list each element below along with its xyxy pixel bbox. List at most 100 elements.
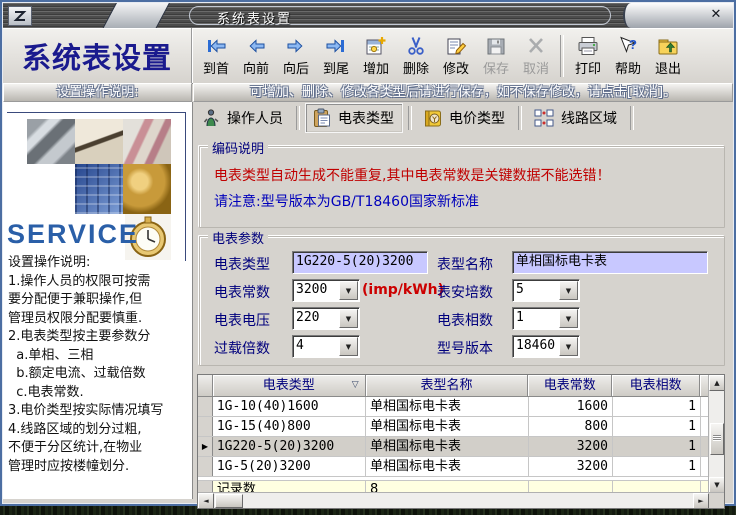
combo-value: 4: [293, 336, 338, 357]
params-row: 电表常数3200▼(imp/kWh)表安培数5▼: [200, 279, 724, 303]
toolbar-button-delete-record[interactable]: 删除: [396, 32, 436, 80]
scroll-right-button[interactable]: ►: [693, 493, 709, 509]
grid-cell: 1G-5(20)3200: [213, 457, 366, 476]
instruction-line: 设置操作说明:: [8, 254, 190, 273]
grid-cell: 1G-15(40)800: [213, 417, 366, 436]
toolbar-button-go-last[interactable]: 到尾: [316, 32, 356, 80]
tab-label: 电价类型: [449, 108, 505, 128]
column-header-2[interactable]: 电表常数: [528, 375, 612, 396]
toolbar-button-go-next[interactable]: 向后: [276, 32, 316, 80]
title-bar: 系统表设置 ✕: [3, 3, 733, 29]
instruction-line: 1.操作人员的权限可按需: [8, 273, 190, 292]
horizontal-scroll-thumb[interactable]: [215, 494, 243, 508]
combo-过载倍数[interactable]: 4▼: [292, 335, 360, 358]
coding-legend: 编码说明: [208, 138, 268, 157]
grid-cell: 1G220-5(20)3200: [213, 437, 366, 456]
toolbar-button-label: 增加: [363, 58, 389, 77]
toolbar-button-go-first[interactable]: 到首: [196, 32, 236, 80]
field-label: 电表类型: [214, 254, 270, 274]
toolbar-button-label: 取消: [523, 58, 549, 77]
scroll-left-button[interactable]: ◄: [198, 493, 214, 509]
toolbar-button-add-record[interactable]: 增加: [356, 32, 396, 80]
combo-value: 5: [513, 280, 558, 301]
table-row[interactable]: 1G-15(40)800单相国标电卡表8001: [198, 417, 709, 437]
toolbar-button-help[interactable]: ?帮助: [608, 32, 648, 80]
grid-cell: 单相国标电卡表: [366, 397, 529, 416]
combo-电表常数[interactable]: 3200▼: [292, 279, 360, 302]
meter-type-grid: 电表类型▽表型名称电表常数电表相数1G-10(40)1600单相国标电卡表160…: [197, 374, 725, 509]
grid-cell: 单相国标电卡表: [366, 457, 529, 476]
tab-meter-type[interactable]: 电表类型: [305, 103, 403, 133]
combo-型号版本[interactable]: 18460▼: [512, 335, 580, 358]
combo-电表电压[interactable]: 220▼: [292, 307, 360, 330]
column-header-0[interactable]: 电表类型▽: [213, 375, 366, 396]
grid-cell: 3200: [529, 457, 613, 476]
scroll-up-button[interactable]: ▲: [709, 375, 725, 391]
save-icon: [484, 34, 508, 58]
coding-note-text: 请注意:型号版本为GB/T18460国家新标准: [214, 191, 479, 211]
chevron-down-icon[interactable]: ▼: [559, 281, 578, 300]
unit-suffix-label: (imp/kWh): [362, 282, 444, 298]
main-area: SERVICE 设置操作说明:1.操作人员的权限可按需要分配便于兼职操作,但管理…: [3, 102, 733, 501]
cancel-icon: [524, 34, 548, 58]
input-表型名称[interactable]: 单相国标电卡表: [512, 251, 708, 274]
print-icon: [576, 34, 600, 58]
chevron-down-icon[interactable]: ▼: [339, 309, 358, 328]
vertical-scroll-thumb[interactable]: [710, 423, 724, 455]
field-label: 表安培数: [437, 282, 493, 302]
grid-cell: 1: [613, 457, 701, 476]
toolbar-button-exit[interactable]: 退出: [648, 32, 688, 80]
grid-cell: 单相国标电卡表: [366, 437, 529, 456]
chevron-down-icon[interactable]: ▼: [559, 309, 578, 328]
tab-separator: [408, 106, 412, 130]
row-indicator: [198, 457, 213, 476]
table-row[interactable]: 1G-5(20)3200单相国标电卡表32001: [198, 457, 709, 477]
combo-电表相数[interactable]: 1▼: [512, 307, 580, 330]
toolbar-button-edit-record[interactable]: 修改: [436, 32, 476, 80]
app-window: 系统表设置 ✕ 系统表设置 到首向前向后到尾增加删除修改保存取消打印?帮助退出 …: [0, 0, 736, 506]
toolbar-button-label: 打印: [575, 58, 601, 77]
table-row[interactable]: ▶1G220-5(20)3200单相国标电卡表32001: [198, 437, 709, 457]
chevron-down-icon[interactable]: ▼: [339, 337, 358, 356]
tab-line-area[interactable]: 线路区域: [527, 104, 625, 132]
toolbar-button-save: 保存: [476, 32, 516, 80]
field-label: 电表电压: [214, 310, 270, 330]
toolbar-button-print[interactable]: 打印: [568, 32, 608, 80]
params-legend: 电表参数: [208, 228, 268, 247]
tab-price-type[interactable]: 电价类型: [417, 104, 513, 132]
tab-operator[interactable]: 操作人员: [195, 104, 291, 132]
chevron-down-icon[interactable]: ▼: [339, 281, 358, 300]
operator-icon: [201, 108, 221, 128]
pen-photo-tile: [75, 119, 123, 164]
grid-vertical-scrollbar[interactable]: ▲ ▼: [708, 375, 724, 493]
row-indicator: ▶: [198, 437, 213, 456]
combo-value: 18460: [513, 336, 558, 357]
grid-header-row: 电表类型▽表型名称电表常数电表相数: [198, 375, 709, 397]
tab-separator: [296, 106, 300, 130]
instruction-line: c.电表常数.: [8, 384, 190, 403]
toolbar-button-label: 向后: [283, 58, 309, 77]
toolbar-button-go-prev[interactable]: 向前: [236, 32, 276, 80]
column-header-3[interactable]: 电表相数: [612, 375, 700, 396]
add-record-icon: [364, 34, 388, 58]
scroll-down-button[interactable]: ▼: [709, 477, 725, 493]
row-indicator: [198, 417, 213, 436]
grid-horizontal-scrollbar[interactable]: ◄ ►: [198, 492, 724, 508]
column-header-1[interactable]: 表型名称: [366, 375, 529, 396]
table-row[interactable]: 1G-10(40)1600单相国标电卡表16001: [198, 397, 709, 417]
price-type-icon: [423, 108, 443, 128]
combo-表安培数[interactable]: 5▼: [512, 279, 580, 302]
meter-params-groupbox: 电表参数 电表类型1G220-5(20)3200表型名称单相国标电卡表电表常数3…: [199, 236, 725, 366]
app-logo-icon: [8, 6, 32, 26]
sidebar-header: 设置操作说明:: [3, 83, 192, 102]
input-电表类型[interactable]: 1G220-5(20)3200: [292, 251, 428, 274]
close-button[interactable]: ✕: [707, 7, 725, 24]
toolbar-button-label: 删除: [403, 58, 429, 77]
coding-warning-text: 电表类型自动生成不能重复,其中电表常数是关键数据不能选错！: [214, 165, 610, 185]
grid-cell: 1: [613, 397, 701, 416]
go-next-icon: [284, 34, 308, 58]
chevron-down-icon[interactable]: ▼: [559, 337, 578, 356]
notice-bar: 可增加、删除、修改各类型后请进行保存，如不保存修改，请点击[取消]。: [193, 83, 733, 102]
keyboard-photo-tile: [75, 164, 123, 214]
toolbar-button-cancel: 取消: [516, 32, 556, 80]
